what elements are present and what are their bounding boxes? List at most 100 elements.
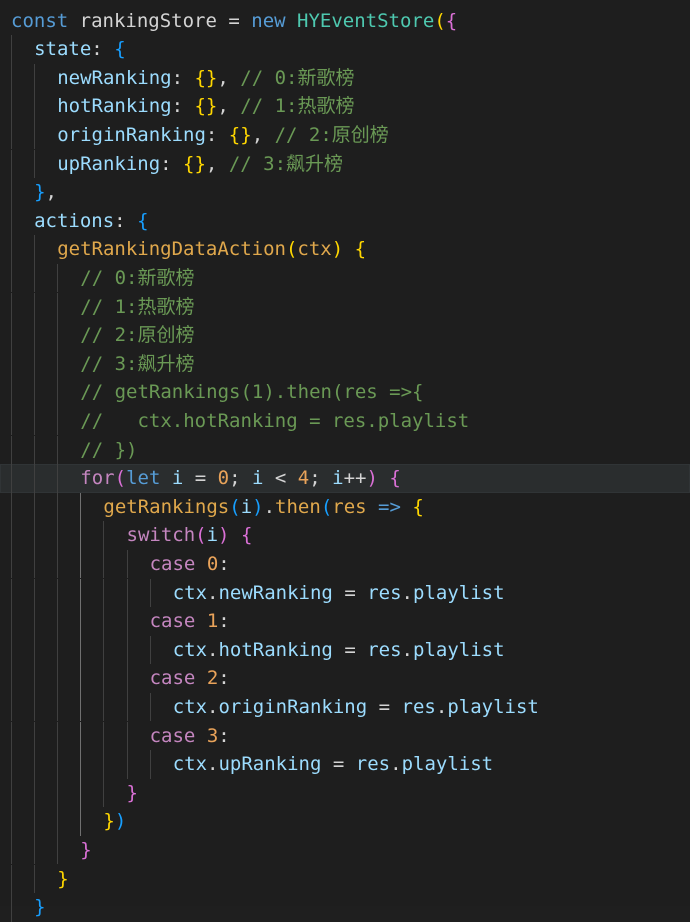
code-line[interactable]: switch(i) { [0, 521, 690, 550]
code-token: { [389, 467, 401, 490]
indent-guide [57, 321, 59, 350]
indent-guide [80, 578, 82, 608]
indent-guide [11, 178, 12, 207]
code-token: i [332, 467, 344, 490]
code-token: newRanking [218, 581, 333, 604]
indent-guide [57, 435, 59, 465]
indent-guide [57, 607, 59, 636]
code-editor[interactable]: const rankingStore = new HYEventStore({s… [0, 0, 690, 922]
indent-guide [11, 321, 12, 350]
code-text: ctx.hotRanking = res.playlist [173, 636, 505, 665]
code-token: let [126, 467, 161, 490]
indent-guide [103, 664, 105, 693]
code-line[interactable]: ctx.hotRanking = res.playlist [0, 635, 690, 665]
code-line[interactable]: // 3:飙升榜 [0, 349, 690, 379]
code-line[interactable]: } [0, 778, 690, 808]
code-token: : [218, 610, 230, 633]
indent-guide [149, 578, 151, 608]
indent-guide [103, 778, 105, 808]
code-line[interactable]: hotRanking: {}, // 1:热歌榜 [0, 92, 690, 121]
code-text: } [34, 893, 45, 922]
code-line[interactable]: getRankingDataAction(ctx) { [0, 235, 690, 264]
code-token: 0 [217, 467, 230, 490]
code-line[interactable]: // ctx.hotRanking = res.playlist [0, 406, 690, 436]
code-token: playlist [447, 695, 539, 718]
code-token: getRankings [103, 495, 230, 518]
indent-guide [34, 864, 36, 894]
code-token: . [207, 695, 219, 718]
indent-guide [11, 664, 12, 693]
code-token: . [401, 581, 413, 604]
code-line[interactable]: upRanking: {}, // 3:飙升榜 [0, 149, 690, 179]
code-token: . [435, 695, 448, 718]
code-line[interactable]: ctx.upRanking = res.playlist [0, 750, 690, 779]
code-token: . [401, 638, 413, 661]
code-line[interactable]: case 3: [0, 721, 690, 751]
code-line[interactable]: case 2: [0, 664, 690, 693]
code-line[interactable]: case 1: [0, 607, 690, 636]
indent-guide [57, 521, 59, 550]
code-text: const rankingStore = new HYEventStore({ [11, 7, 457, 36]
code-token: switch [126, 524, 196, 547]
indent-guide [126, 607, 128, 636]
code-line[interactable]: // }) [0, 435, 690, 465]
code-line[interactable]: const rankingStore = new HYEventStore({ [0, 7, 690, 36]
code-token: // 2:原创榜 [274, 123, 389, 146]
code-text: // 0:新歌榜 [80, 264, 194, 293]
code-text: // }) [80, 436, 137, 465]
code-token: : [218, 552, 230, 575]
code-line[interactable]: case 0: [0, 549, 690, 579]
code-token: case [149, 552, 196, 575]
code-line[interactable]: } [0, 835, 690, 865]
indent-guide [80, 607, 82, 636]
code-token: originRanking [218, 695, 368, 718]
code-token: { [445, 9, 458, 32]
indent-guide [11, 807, 12, 836]
code-line[interactable]: // 1:热歌榜 [0, 292, 690, 322]
code-token: { [354, 238, 367, 261]
code-line[interactable]: for(let i = 0; i < 4; i++) { [0, 464, 690, 493]
code-line[interactable]: ctx.originRanking = res.playlist [0, 692, 690, 722]
code-text: for(let i = 0; i < 4; i++) { [80, 464, 401, 493]
code-line[interactable]: // 0:新歌榜 [0, 263, 690, 293]
indent-guide [149, 635, 151, 665]
code-line[interactable]: getRankings(i).then(res => { [0, 492, 690, 522]
code-line[interactable]: // getRankings(1).then(res =>{ [0, 378, 690, 407]
indent-guide [103, 721, 105, 751]
code-line[interactable]: }) [0, 807, 690, 836]
code-line[interactable]: }, [0, 178, 690, 207]
indent-guide [80, 664, 82, 693]
code-line[interactable]: state: { [0, 35, 690, 64]
indent-guide [34, 578, 36, 608]
indent-guide [11, 692, 12, 722]
indent-guide [57, 464, 59, 493]
code-token: } [57, 867, 69, 890]
code-token: } [80, 838, 92, 861]
code-line[interactable]: } [0, 864, 690, 894]
indent-guide [149, 692, 151, 722]
code-text: // 2:原创榜 [80, 321, 194, 350]
code-line[interactable]: newRanking: {}, // 0:新歌榜 [0, 63, 690, 93]
indent-guide [34, 521, 36, 550]
indent-guide [34, 635, 36, 665]
code-line[interactable]: originRanking: {}, // 2:原创榜 [0, 120, 690, 150]
indent-guide [126, 549, 128, 579]
indent-guide [34, 149, 36, 179]
code-token: case [149, 724, 196, 747]
indent-guide [34, 549, 36, 579]
code-text: // 1:热歌榜 [80, 293, 194, 322]
code-line[interactable]: actions: { [0, 206, 690, 236]
code-line[interactable]: ctx.newRanking = res.playlist [0, 578, 690, 608]
code-token: state [34, 38, 92, 61]
code-line[interactable]: } [0, 893, 690, 922]
code-token: for [80, 467, 115, 490]
code-token: ) [114, 810, 127, 833]
code-token: = [344, 638, 356, 661]
code-token: const [11, 9, 69, 32]
code-line[interactable]: // 2:原创榜 [0, 321, 690, 350]
